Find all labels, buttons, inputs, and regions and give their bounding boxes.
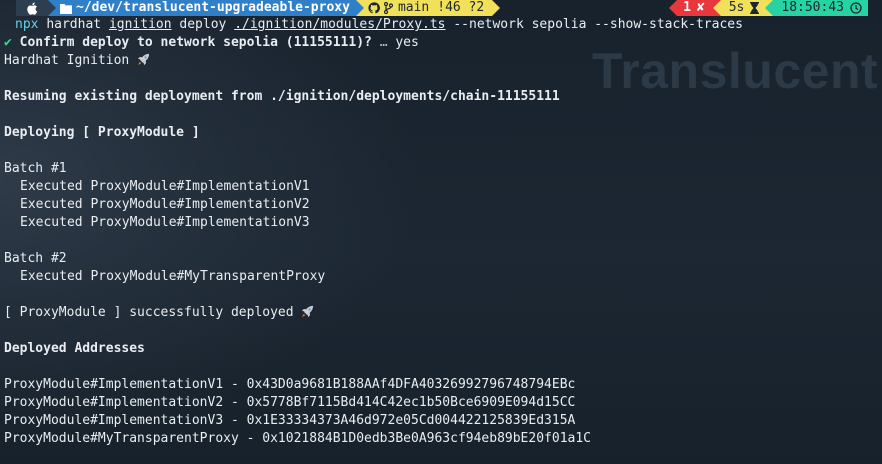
command-line: npx hardhat ignition deploy ./ignition/m… bbox=[4, 16, 882, 34]
folder-icon bbox=[60, 3, 72, 14]
success-message: [ ProxyModule ] successfully deployed bbox=[4, 305, 294, 320]
batch-2-item: Executed ProxyModule#MyTransparentProxy bbox=[20, 269, 326, 284]
confirm-ellipsis: … bbox=[379, 35, 388, 50]
git-segment: main !46 ?2 bbox=[363, 0, 493, 16]
apple-icon bbox=[26, 2, 37, 15]
rocket-icon bbox=[137, 53, 150, 66]
ignition-title-line: Hardhat Ignition bbox=[4, 52, 882, 70]
cmd-hardhat: hardhat bbox=[46, 17, 102, 32]
batch-1-item: Executed ProxyModule#ImplementationV3 bbox=[20, 215, 310, 230]
git-branch-icon bbox=[383, 2, 393, 14]
git-status: !46 ?2 bbox=[437, 0, 485, 15]
check-icon: ✔ bbox=[4, 35, 12, 50]
command-duration: 5s bbox=[728, 0, 745, 15]
prompt-right: 1 ✘ 5s 18:50:43 bbox=[669, 0, 868, 16]
deployed-address-row: ProxyModule#ImplementationV2 - 0x5778Bf7… bbox=[4, 395, 576, 410]
cmd-npx: npx bbox=[15, 17, 39, 32]
rocket-icon bbox=[302, 305, 314, 318]
cmd-args: --network sepolia --show-stack-traces bbox=[453, 17, 743, 32]
os-segment bbox=[16, 0, 48, 16]
batch-1-item: Executed ProxyModule#ImplementationV1 bbox=[20, 179, 310, 194]
time-segment: 18:50:43 bbox=[773, 0, 868, 16]
confirm-line: ✔ Confirm deploy to network sepolia (111… bbox=[4, 34, 882, 52]
confirm-answer: yes bbox=[395, 35, 419, 50]
exit-status-segment: 1 ✘ bbox=[677, 0, 713, 16]
clock-icon bbox=[850, 2, 862, 14]
deployed-address-row: ProxyModule#MyTransparentProxy - 0x10218… bbox=[4, 431, 591, 446]
prompt-left: ~/dev/translucent-upgradeable-proxy main… bbox=[16, 0, 501, 16]
deploying-line: Deploying [ ProxyModule ] bbox=[4, 125, 200, 140]
deployed-address-row: ProxyModule#ImplementationV1 - 0x43D0a96… bbox=[4, 377, 576, 392]
cmd-file: ./ignition/modules/Proxy.ts bbox=[234, 17, 446, 32]
ignition-title: Hardhat Ignition bbox=[4, 53, 130, 68]
deployed-address-row: ProxyModule#ImplementationV3 - 0x1E33334… bbox=[4, 413, 576, 428]
batch-2-header: Batch #2 bbox=[4, 251, 67, 266]
confirm-question: Confirm deploy to network sepolia (11155… bbox=[19, 35, 372, 50]
hourglass-icon bbox=[750, 2, 760, 14]
error-icon: ✘ bbox=[696, 0, 705, 15]
deployed-addresses-header: Deployed Addresses bbox=[4, 341, 145, 356]
directory-segment: ~/dev/translucent-upgradeable-proxy bbox=[56, 0, 356, 16]
duration-segment: 5s bbox=[720, 0, 766, 16]
resuming-line: Resuming existing deployment from ./igni… bbox=[4, 89, 560, 104]
terminal-window[interactable]: Translucent ~/dev/translucent-upgradeabl… bbox=[0, 0, 882, 464]
batch-1-header: Batch #1 bbox=[4, 161, 67, 176]
exit-code: 1 bbox=[683, 0, 691, 15]
current-time: 18:50:43 bbox=[781, 0, 844, 15]
cmd-ignition: ignition bbox=[108, 17, 172, 32]
git-branch-name: main bbox=[397, 0, 430, 15]
current-path: ~/dev/translucent-upgradeable-proxy bbox=[76, 0, 350, 15]
github-icon bbox=[368, 2, 380, 14]
terminal-output: npx hardhat ignition deploy ./ignition/m… bbox=[4, 16, 882, 448]
batch-1-item: Executed ProxyModule#ImplementationV2 bbox=[20, 197, 310, 212]
success-line: [ ProxyModule ] successfully deployed bbox=[4, 304, 882, 322]
cmd-deploy: deploy bbox=[179, 17, 227, 32]
